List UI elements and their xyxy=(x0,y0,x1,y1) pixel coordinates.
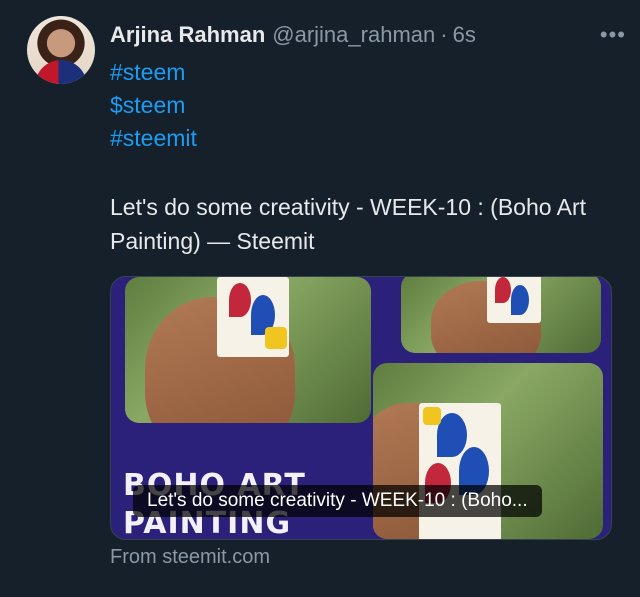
card-image-photo-left xyxy=(125,277,371,423)
hashtag-steemit[interactable]: #steemit xyxy=(110,122,197,155)
tweet-header: Arjina Rahman @arjina_rahman · 6s ••• xyxy=(110,20,626,50)
painting-image xyxy=(217,277,289,357)
hashtag-steem[interactable]: #steem xyxy=(110,56,197,89)
separator-dot: · xyxy=(440,22,448,47)
hashtag-list: #steem $steem #steemit xyxy=(110,56,197,155)
avatar-figure xyxy=(35,60,87,84)
card-image-photo-top-right xyxy=(401,277,601,353)
painting-image xyxy=(419,403,501,539)
tweet-text: Let's do some creativity - WEEK-10 : (Bo… xyxy=(110,194,587,254)
avatar[interactable] xyxy=(27,16,95,84)
author-name[interactable]: Arjina Rahman xyxy=(110,22,265,48)
link-card-title[interactable]: Let's do some creativity - WEEK-10 : (Bo… xyxy=(133,485,542,517)
author-handle[interactable]: @arjina_rahman xyxy=(272,22,435,48)
painting-image xyxy=(487,277,541,323)
more-options-icon[interactable]: ••• xyxy=(600,20,626,50)
cashtag-steem[interactable]: $steem xyxy=(110,89,197,122)
timestamp[interactable]: 6s xyxy=(453,22,476,48)
link-card[interactable]: BOHO ART PAINTING Let's do some creativi… xyxy=(110,276,612,540)
link-source[interactable]: From steemit.com xyxy=(110,546,270,569)
